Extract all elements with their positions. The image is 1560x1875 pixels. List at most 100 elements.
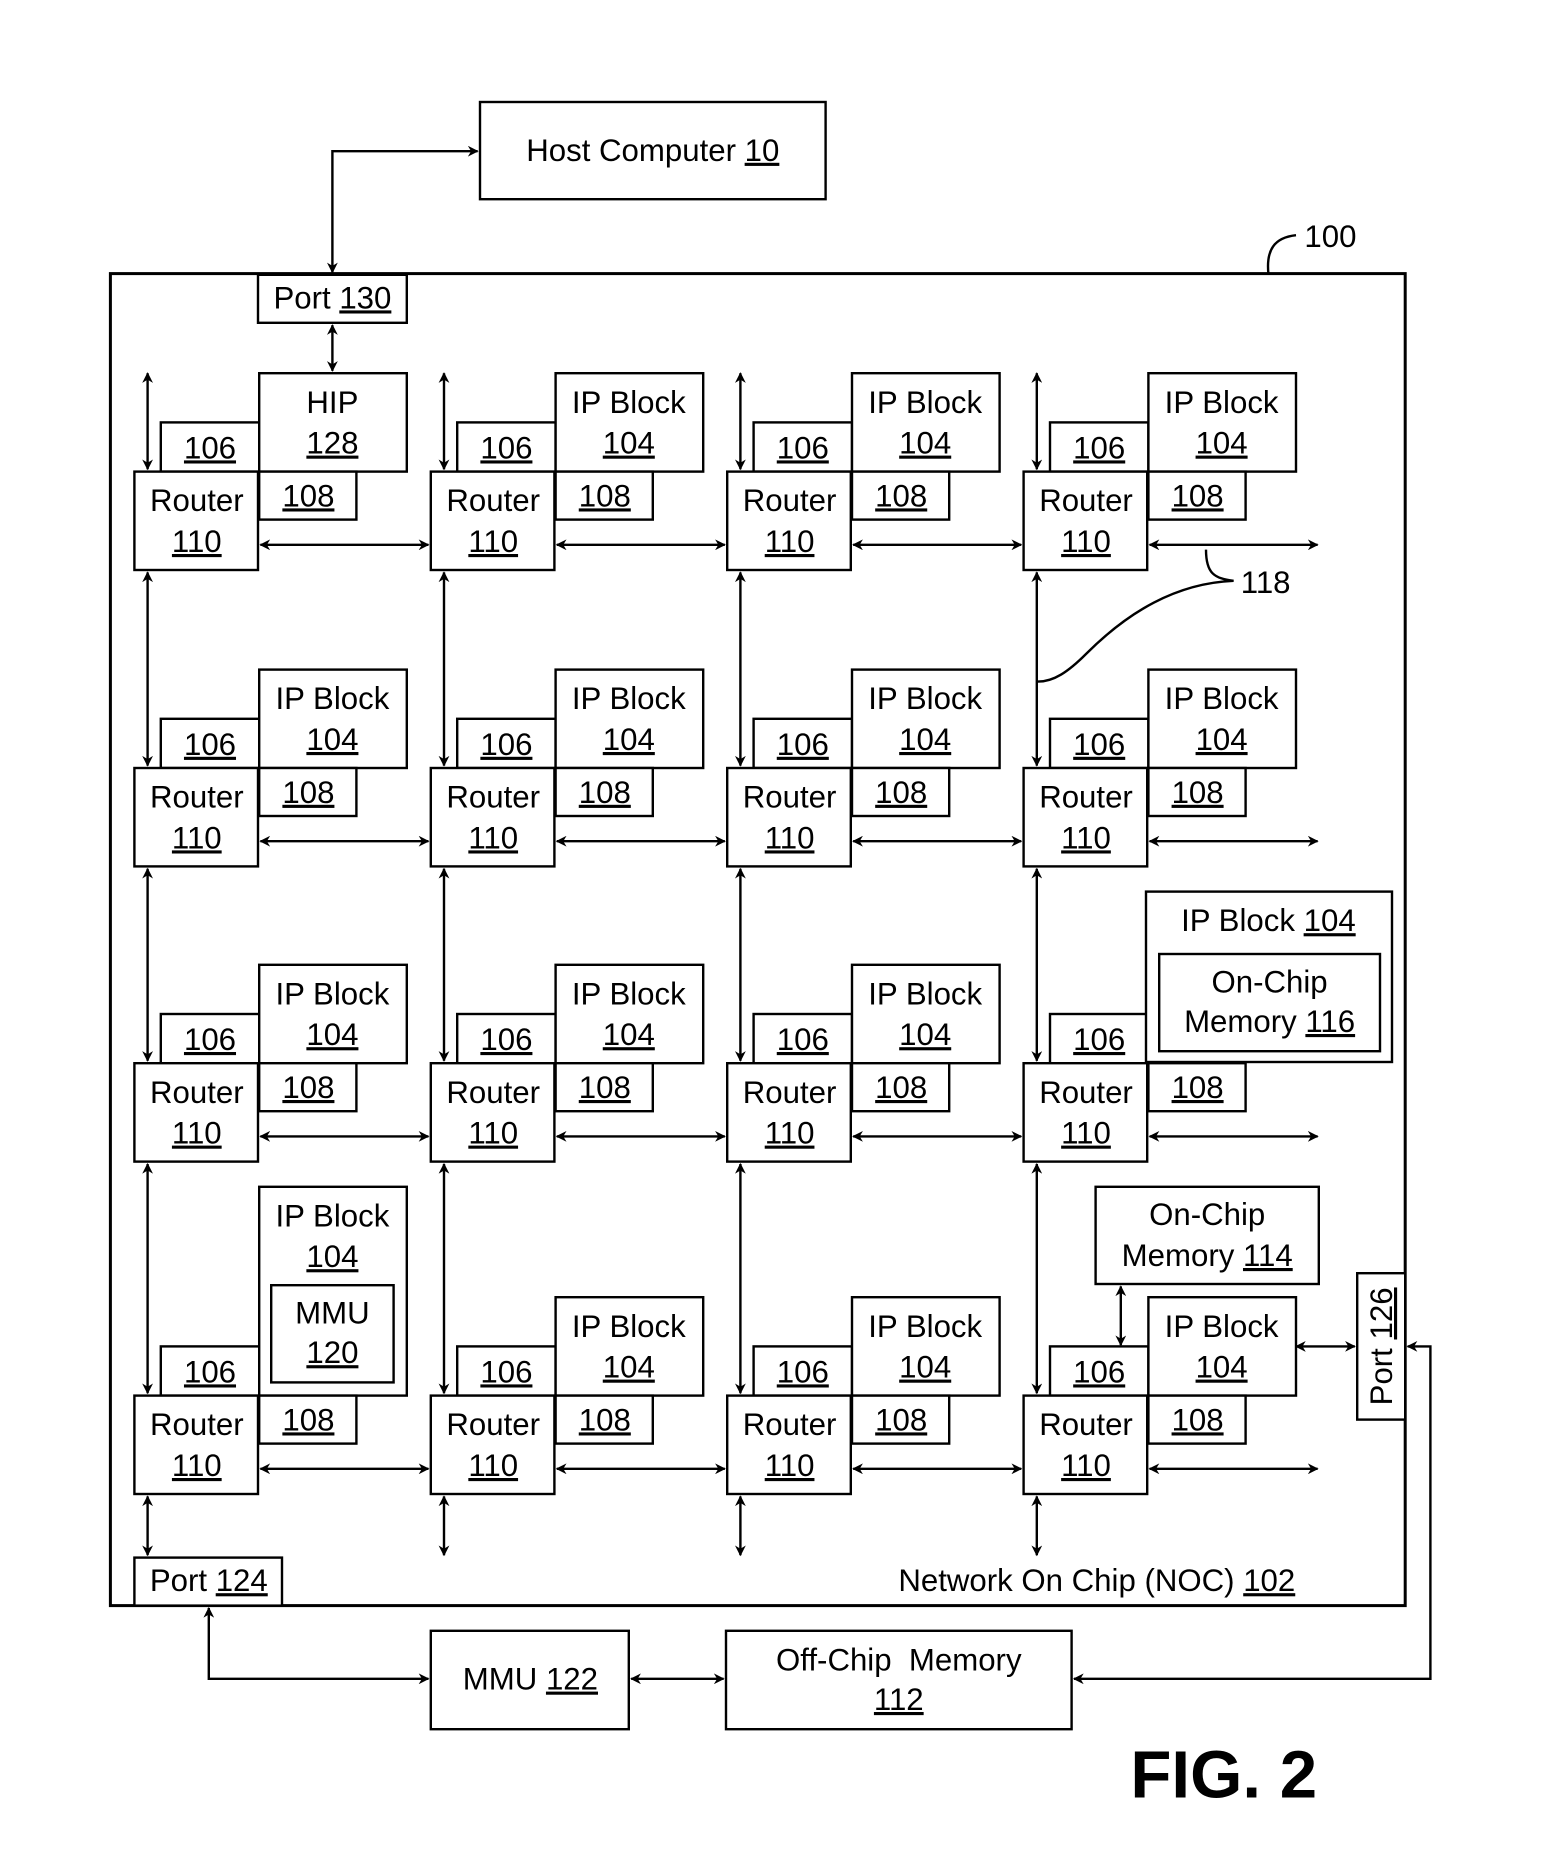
hip-ref: 128 xyxy=(306,426,358,461)
router-ref: 110 xyxy=(1061,1448,1111,1483)
network-interface-controller-ref: 108 xyxy=(1172,775,1224,810)
noc-node: 106 IP Block 104 108 Router 110 xyxy=(429,668,705,868)
ip-block-label: IP Block xyxy=(275,681,389,716)
ip-block-ref: 104 xyxy=(899,722,951,757)
chip-ref-label: 100 xyxy=(1304,219,1356,254)
svg-text:Port 124: Port 124 xyxy=(150,1563,268,1598)
router-ref: 110 xyxy=(468,524,518,559)
router-ref: 110 xyxy=(765,820,815,855)
links-ref-label: 118 xyxy=(1241,565,1291,600)
svg-text:On-Chip: On-Chip xyxy=(1149,1197,1265,1232)
ip-block-label: IP Block xyxy=(275,1198,389,1233)
network-interface-controller-ref: 108 xyxy=(875,478,927,513)
noc-label: Network On Chip (NOC) 102 xyxy=(898,1563,1295,1598)
router-label: Router xyxy=(1039,780,1133,815)
ip-block-label: IP Block xyxy=(1165,681,1279,716)
network-interface-controller-ref: 108 xyxy=(282,1402,334,1437)
router-ref: 110 xyxy=(765,1448,815,1483)
ip-block-ref: 104 xyxy=(306,722,358,757)
svg-text:112: 112 xyxy=(874,1682,924,1717)
router-label: Router xyxy=(743,1407,837,1442)
ip-block-label: IP Block xyxy=(275,976,389,1011)
offchip-memory-112: Off-Chip Memory 112 xyxy=(724,1629,1073,1731)
onchip-memory-114: On-Chip Memory 114 xyxy=(1094,1185,1320,1286)
noc-node: 106 IP Block 104 108 Router 110 xyxy=(429,1295,705,1496)
network-interface-controller-ref: 108 xyxy=(579,775,631,810)
noc-node: 106 IP Block 104 108 Router 110 xyxy=(1022,372,1298,572)
ip-block-ref: 104 xyxy=(306,1239,358,1274)
router-ref: 110 xyxy=(765,524,815,559)
noc-node: 106 IP Block 104 108 Router 110 xyxy=(726,963,1001,1163)
ip-block-ref: 104 xyxy=(603,1017,655,1052)
memory-comm-controller-ref: 106 xyxy=(1073,430,1125,465)
network-interface-controller-ref: 108 xyxy=(1172,1402,1224,1437)
noc-node: 106 IP Block 104 108 Router 110 xyxy=(133,963,408,1163)
port124-mmu122-link xyxy=(203,1606,430,1685)
router-label: Router xyxy=(446,483,540,518)
router-label: Router xyxy=(1039,1407,1133,1442)
noc-node: 106 IP Block 104 108 Router 110 xyxy=(1022,1295,1298,1496)
host-computer-box: Host Computer 10 xyxy=(478,100,827,201)
mmu-122: MMU 122 xyxy=(429,1629,630,1731)
svg-text:Memory 116: Memory 116 xyxy=(1184,1004,1355,1039)
ip-block-ref: 104 xyxy=(306,1017,358,1052)
network-interface-controller-ref: 108 xyxy=(1172,478,1224,513)
network-interface-controller-ref: 108 xyxy=(1172,1070,1224,1105)
ip-block-ref: 104 xyxy=(603,1350,655,1385)
mmu-120-ref: 120 xyxy=(306,1335,358,1370)
svg-text:MMU 122: MMU 122 xyxy=(463,1662,598,1697)
ip-block-label: IP Block xyxy=(1165,1309,1279,1344)
router-ref: 110 xyxy=(1061,820,1111,855)
port-130: Port 130 xyxy=(256,273,408,324)
memory-comm-controller-ref: 106 xyxy=(184,430,236,465)
router-label: Router xyxy=(150,1075,244,1110)
memory-comm-controller-ref: 106 xyxy=(480,430,532,465)
memory-comm-controller-ref: 106 xyxy=(1073,1022,1125,1057)
figure-label: FIG. 2 xyxy=(1130,1738,1317,1813)
svg-text:IP Block 104: IP Block 104 xyxy=(1181,903,1356,938)
noc-node: 106 HIP 128 108 Router 110 xyxy=(133,372,408,572)
noc-node: 106 IP Block 104 108 Router 110 xyxy=(429,963,705,1163)
router-ref: 110 xyxy=(765,1116,815,1151)
router-label: Router xyxy=(1039,1075,1133,1110)
hip-label: HIP xyxy=(306,385,358,420)
router-ref: 110 xyxy=(172,820,222,855)
network-interface-controller-ref: 108 xyxy=(875,1070,927,1105)
router-label: Router xyxy=(446,1407,540,1442)
svg-text:Port 126: Port 126 xyxy=(1364,1287,1399,1405)
noc-node: 106 IP Block 104 108 Router 110 xyxy=(726,372,1001,572)
memory-comm-controller-ref: 106 xyxy=(777,1022,829,1057)
noc-node: 106 IP Block 104 108 Router 110 xyxy=(1022,668,1298,868)
ip-block-label: IP Block xyxy=(868,385,982,420)
ip-block-ref: 104 xyxy=(899,1350,951,1385)
router-label: Router xyxy=(743,1075,837,1110)
noc-diagram: Host Computer 10 100 Port 130 106 HIP 128 1… xyxy=(108,100,1432,1813)
ip-block-label: IP Block xyxy=(1165,385,1279,420)
port-126: Port 126 xyxy=(1356,1271,1407,1421)
router-label: Router xyxy=(743,780,837,815)
svg-text:Host Computer 10: Host Computer 10 xyxy=(526,133,779,168)
router-ref: 110 xyxy=(172,1448,222,1483)
host-computer-ref: 10 xyxy=(745,133,780,168)
host-computer-label: Host Computer xyxy=(526,133,736,168)
mmu-120-label: MMU xyxy=(295,1296,369,1331)
network-interface-controller-ref: 108 xyxy=(875,775,927,810)
network-interface-controller-ref: 108 xyxy=(579,1402,631,1437)
ip-block-label: IP Block xyxy=(868,976,982,1011)
memory-comm-controller-ref: 106 xyxy=(184,727,236,762)
ip-block-label: IP Block xyxy=(868,1309,982,1344)
network-interface-controller-ref: 108 xyxy=(282,775,334,810)
router-ref: 110 xyxy=(172,524,222,559)
router-label: Router xyxy=(446,780,540,815)
chip-ref-leader xyxy=(1266,234,1297,274)
noc-node: 106 IP Block 104 108 Router 110 xyxy=(429,372,705,572)
router-label: Router xyxy=(150,780,244,815)
port-124: Port 124 xyxy=(133,1556,284,1607)
ip-block-label: IP Block xyxy=(572,1309,686,1344)
memory-comm-controller-ref: 106 xyxy=(184,1354,236,1389)
noc-node: 106 IP Block 104 108 Router 110 xyxy=(133,668,408,868)
ip-block-label: IP Block xyxy=(572,681,686,716)
memory-comm-controller-ref: 106 xyxy=(777,430,829,465)
ip-block-label: IP Block xyxy=(868,681,982,716)
ip-block-ref: 104 xyxy=(899,1017,951,1052)
